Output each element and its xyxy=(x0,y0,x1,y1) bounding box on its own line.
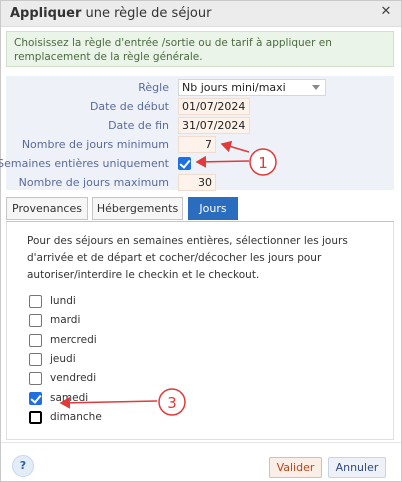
rule-dialog: Appliquer une règle de séjour ✕ Choisiss… xyxy=(0,0,402,482)
tab-provenances[interactable]: Provenances xyxy=(6,197,88,220)
day-checkbox[interactable] xyxy=(29,353,42,366)
regle-label: Règle xyxy=(138,81,169,94)
row-date-fin: Date de fin 31/07/2024 xyxy=(6,117,394,135)
max-days-label: Nombre de jours maximum xyxy=(18,176,169,189)
day-checkbox[interactable] xyxy=(28,410,43,425)
day-label: vendredi xyxy=(50,372,97,384)
tab-bar: Provenances Hébergements Jours xyxy=(6,197,394,222)
dialog-footer: ? Valider Annuler xyxy=(1,442,401,482)
rule-form: Règle Nb jours mini/maxi Date de début 0… xyxy=(0,76,394,192)
date-debut-field[interactable]: 01/07/2024 xyxy=(178,98,250,115)
help-icon[interactable]: ? xyxy=(12,455,34,477)
day-label: jeudi xyxy=(50,353,76,365)
day-label: mardi xyxy=(50,314,81,326)
day-label: samedi xyxy=(50,392,89,404)
date-debut-label: Date de début xyxy=(89,100,169,113)
min-days-field[interactable]: 7 xyxy=(178,136,216,153)
min-days-label: Nombre de jours minimum xyxy=(21,138,169,151)
chevron-down-icon xyxy=(312,85,320,90)
dialog-title: Appliquer une règle de séjour xyxy=(10,6,212,21)
jours-panel: Pour des séjours en semaines entières, s… xyxy=(6,222,394,440)
semaines-label: Semaines entières uniquement xyxy=(0,157,169,170)
day-label: mercredi xyxy=(50,334,97,346)
row-max: Nombre de jours maximum 30 xyxy=(6,174,394,192)
date-fin-field[interactable]: 31/07/2024 xyxy=(178,117,250,134)
semaines-checkbox[interactable] xyxy=(178,157,191,170)
row-semaines: Semaines entières uniquement xyxy=(0,155,394,173)
day-checkbox[interactable] xyxy=(29,372,42,385)
validate-button[interactable]: Valider xyxy=(269,457,322,478)
row-regle: Règle Nb jours mini/maxi xyxy=(6,79,394,97)
panel-description: Pour des séjours en semaines entières, s… xyxy=(27,235,348,281)
day-checkbox[interactable] xyxy=(29,314,42,327)
row-min: Nombre de jours minimum 7 xyxy=(6,136,394,154)
dialog-titlebar: Appliquer une règle de séjour ✕ xyxy=(1,1,401,27)
max-days-field[interactable]: 30 xyxy=(178,174,216,191)
day-checkbox[interactable] xyxy=(29,295,42,308)
date-fin-label: Date de fin xyxy=(108,119,169,132)
day-label: lundi xyxy=(50,295,76,307)
close-icon[interactable]: ✕ xyxy=(379,5,393,19)
info-message: Choisissez la règle d'entrée /sortie ou … xyxy=(6,31,394,67)
tab-hebergements[interactable]: Hébergements xyxy=(92,197,183,220)
regle-value: Nb jours mini/maxi xyxy=(182,81,286,94)
row-date-debut: Date de début 01/07/2024 xyxy=(6,98,394,116)
tab-jours[interactable]: Jours xyxy=(188,197,238,220)
day-checkbox[interactable] xyxy=(29,334,42,347)
day-label: dimanche xyxy=(50,411,102,423)
cancel-button[interactable]: Annuler xyxy=(328,457,386,478)
regle-select[interactable]: Nb jours mini/maxi xyxy=(178,79,326,96)
day-checkbox[interactable] xyxy=(29,392,42,405)
